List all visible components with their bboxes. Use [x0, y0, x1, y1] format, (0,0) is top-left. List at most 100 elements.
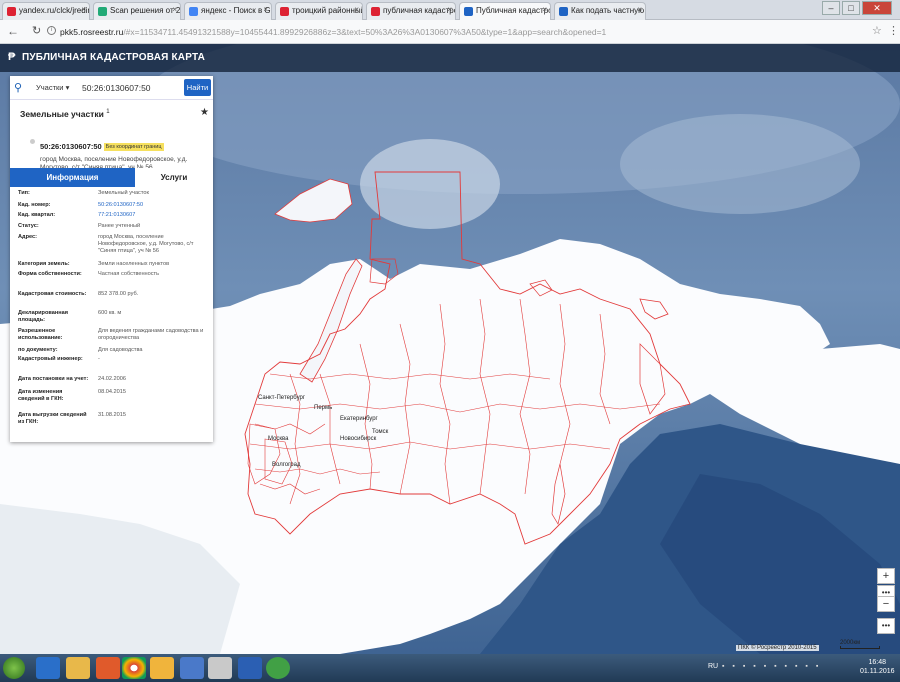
tab-label: Как подать частную жа	[571, 6, 645, 15]
clock-date: 01.11.2016	[860, 668, 895, 675]
property-value: 852 378.00 руб.	[98, 291, 139, 297]
search-filter-dropdown[interactable]: Участки ▾	[36, 83, 69, 92]
property-value: Для садоводства	[98, 347, 143, 353]
tab-close-icon[interactable]: ×	[447, 5, 452, 14]
tab-close-icon[interactable]: ×	[263, 5, 268, 14]
tab-label: публичная кадастрова	[383, 6, 455, 15]
property-key: Статус:	[18, 223, 39, 229]
tab-services[interactable]: Услуги	[135, 168, 213, 187]
url-host: pkk5.rosreestr.ru	[60, 27, 124, 37]
property-key: Дата изменения сведений в ГКН:	[18, 389, 64, 402]
search-icon[interactable]: ⚲	[14, 81, 26, 94]
map-more-icon[interactable]: •••	[877, 618, 895, 634]
tab-label: яндекс - Поиск в Goog	[201, 6, 271, 15]
section-title: Земельные участки 1	[20, 109, 110, 119]
bookmark-star-icon[interactable]: ☆	[872, 24, 882, 37]
property-key: Декларированная площадь:	[18, 310, 68, 323]
city-label-tomsk: Томск	[372, 429, 389, 435]
browser-tab[interactable]: Как подать частную жа×	[554, 2, 646, 20]
search-input[interactable]	[82, 80, 182, 95]
property-key: Кадастровый инженер:	[18, 356, 83, 362]
parcel-badge: Без координат границ	[103, 143, 164, 151]
app-icon-4[interactable]	[266, 657, 290, 679]
parcel-marker-icon	[30, 139, 35, 144]
property-value: 600 кв. м	[98, 310, 122, 316]
property-value: 24.02.2006	[98, 376, 126, 382]
property-value: Для ведения гражданами садоводства и ого…	[98, 328, 204, 341]
property-key: Форма собственности:	[18, 271, 82, 277]
word-icon[interactable]	[238, 657, 262, 679]
city-label-novosibirsk: Новосибирск	[340, 436, 377, 442]
tray-icons[interactable]: ▪ ▪ ▪ ▪ ▪ ▪ ▪ ▪ ▪ ▪	[722, 663, 852, 673]
city-label-perm: Пермь	[314, 405, 333, 411]
city-label-ekb: Екатеринбург	[340, 416, 378, 422]
property-key: по документу:	[18, 347, 58, 353]
zoom-out-button[interactable]: −	[877, 596, 895, 612]
tab-close-icon[interactable]: ×	[542, 5, 547, 14]
property-value: город Москва, поселение Новофедоровское,…	[98, 234, 194, 254]
info-icon[interactable]: i	[47, 26, 56, 35]
app-icon-2[interactable]	[180, 657, 204, 679]
menu-icon[interactable]: ⋮	[888, 24, 899, 37]
property-value: 31.08.2015	[98, 412, 126, 418]
browser-tab[interactable]: яндекс - Поиск в Goog×	[184, 2, 272, 20]
search-filter-label: Участки	[36, 83, 64, 92]
start-button[interactable]	[3, 657, 25, 679]
section-count: 1	[106, 109, 110, 116]
tab-favicon-icon	[280, 7, 289, 16]
url-field[interactable]: pkk5.rosreestr.ru/#x=11534711.4549132158…	[60, 24, 880, 40]
tab-info[interactable]: Информация	[10, 168, 135, 187]
find-button[interactable]: Найти	[184, 79, 211, 96]
tab-label: троицкий районный су	[292, 6, 363, 15]
property-key: Тип:	[18, 190, 30, 196]
chrome-icon[interactable]	[122, 657, 146, 679]
tab-favicon-icon	[371, 7, 380, 16]
clock[interactable]: 16:48 01.11.2016	[860, 658, 895, 676]
property-value: -	[98, 356, 100, 362]
browser-tab[interactable]: публичная кадастрова×	[366, 2, 456, 20]
property-key: Кадастровая стоимость:	[18, 291, 87, 297]
maximize-button[interactable]: □	[842, 1, 860, 15]
tab-label: Публичная кадастрова	[476, 6, 550, 15]
property-value[interactable]: 77:21:0130607	[98, 212, 210, 219]
section-title-text: Земельные участки	[20, 109, 104, 119]
parcel-result[interactable]: 50:26:0130607:50 Без координат границ гор…	[30, 136, 210, 172]
explorer-icon[interactable]	[66, 657, 90, 679]
app-icon-1[interactable]	[150, 657, 174, 679]
tab-close-icon[interactable]: ×	[637, 5, 642, 14]
tab-close-icon[interactable]: ×	[354, 5, 359, 14]
property-value: Земли населенных пунктов	[98, 261, 170, 267]
parcel-number: 50:26:0130607:50	[40, 142, 102, 151]
scale-bar	[840, 646, 880, 649]
favorite-star-icon[interactable]: ★	[200, 107, 209, 118]
ie-icon[interactable]	[36, 657, 60, 679]
app-header: ₱ ПУБЛИЧНАЯ КАДАСТРОВАЯ КАРТА	[0, 44, 900, 72]
city-label-moscow: Москва	[268, 436, 289, 442]
browser-tab[interactable]: yandex.ru/clck/jredir? ×	[2, 2, 90, 20]
app-icon-3[interactable]	[208, 657, 232, 679]
minimize-button[interactable]: –	[822, 1, 840, 15]
back-arrow-icon[interactable]: ←	[7, 24, 19, 38]
property-key: Дата постановки на учет:	[18, 376, 89, 382]
address-bar: ← ↻ i pkk5.rosreestr.ru/#x=11534711.4549…	[0, 20, 900, 44]
reload-icon[interactable]: ↻	[32, 24, 41, 37]
property-key: Кад. квартал:	[18, 212, 56, 218]
zoom-in-button[interactable]: +	[877, 568, 895, 584]
language-indicator[interactable]: RU	[708, 663, 718, 670]
media-player-icon[interactable]	[96, 657, 120, 679]
property-value: Частная собственность	[98, 271, 160, 277]
browser-tab[interactable]: троицкий районный су×	[275, 2, 363, 20]
map-scale: 2000км	[840, 640, 880, 649]
browser-tab[interactable]: Scan решения от 26.07×	[93, 2, 181, 20]
browser-tab[interactable]: Публичная кадастрова×	[459, 2, 551, 20]
logo-icon: ₱	[8, 51, 16, 63]
close-window-button[interactable]: ✕	[862, 1, 892, 15]
property-value: Земельный участок	[98, 190, 149, 196]
property-value[interactable]: 50:26:0130607:50	[98, 202, 210, 209]
tab-close-icon[interactable]: ×	[172, 5, 177, 14]
tab-favicon-icon	[98, 7, 107, 16]
property-key: Категория земель:	[18, 261, 70, 267]
app-title: ПУБЛИЧНАЯ КАДАСТРОВАЯ КАРТА	[22, 52, 206, 63]
property-key: Адрес:	[18, 234, 38, 240]
tab-close-icon[interactable]: ×	[81, 5, 86, 14]
